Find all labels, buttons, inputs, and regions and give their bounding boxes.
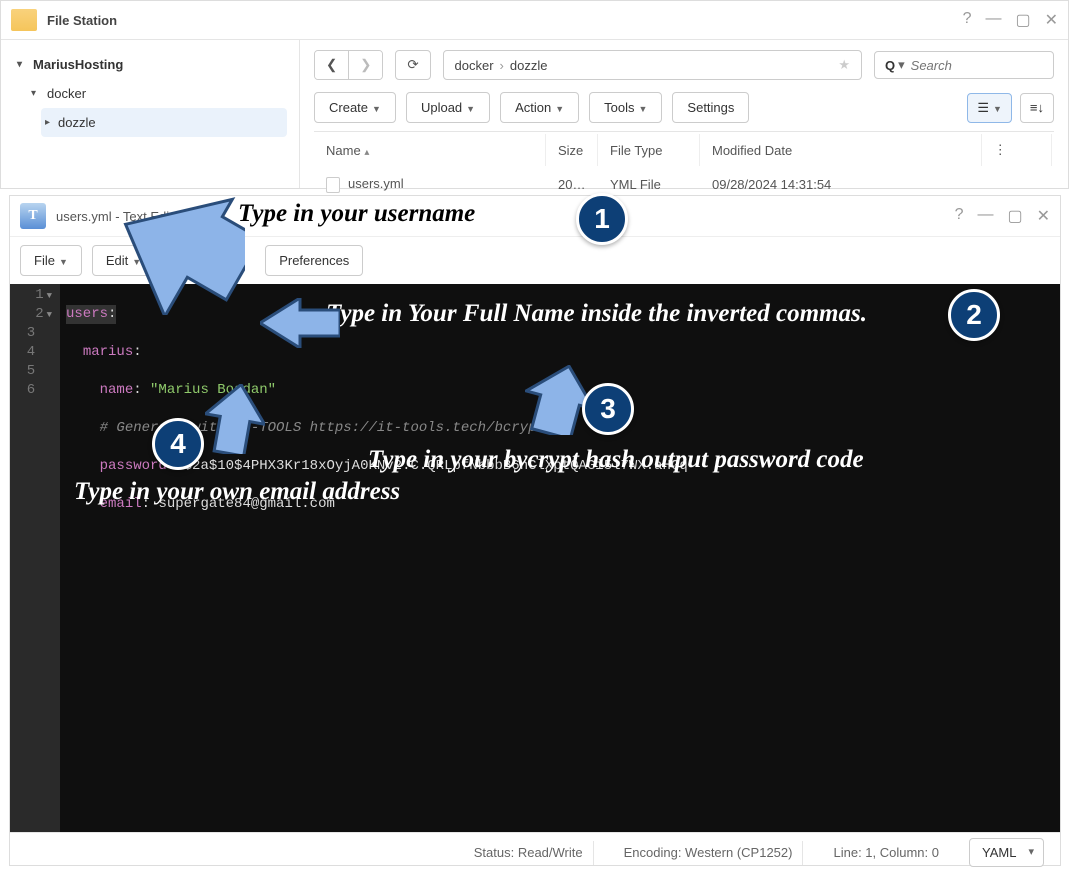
close-icon[interactable]: ✕ (1037, 206, 1050, 226)
upload-button[interactable]: Upload▼ (406, 92, 490, 123)
view-list-button[interactable]: ☰▼ (967, 93, 1012, 123)
caret-down-icon: ▾ (31, 88, 41, 99)
status-encoding[interactable]: Encoding: Western (CP1252) (614, 841, 804, 865)
text-editor-window: T users.yml - Text Editor ? — ▢ ✕ File▼ … (9, 195, 1061, 866)
text-editor-icon: T (20, 203, 46, 229)
help-icon[interactable]: ? (963, 10, 972, 30)
nav-back-forward: ❮ ❯ (314, 50, 383, 80)
file-name: users.yml (348, 176, 404, 191)
nav-forward-button[interactable]: ❯ (349, 51, 382, 79)
minimize-icon[interactable]: — (985, 10, 1001, 30)
breadcrumb-seg: dozzle (510, 58, 548, 73)
annotation-badge-2: 2 (948, 289, 1000, 341)
col-size[interactable]: Size (548, 134, 598, 166)
status-cursor: Line: 1, Column: 0 (823, 841, 949, 865)
search-icon: Q (885, 58, 895, 73)
preferences-button[interactable]: Preferences (265, 245, 363, 276)
code-editor[interactable]: 1▼ 2▼ 3 4 5 6 users: marius: name: "Mari… (10, 284, 1060, 832)
star-icon[interactable]: ★ (838, 57, 850, 73)
action-button[interactable]: Action▼ (500, 92, 579, 123)
window-controls: ? — ▢ ✕ (955, 206, 1050, 226)
code-content[interactable]: users: marius: name: "Marius Bogdan" # G… (60, 284, 1060, 832)
tree-item-docker[interactable]: ▾ docker (27, 79, 287, 108)
file-station-titlebar: File Station ? — ▢ ✕ (1, 1, 1068, 39)
breadcrumb[interactable]: docker › dozzle ★ (443, 50, 862, 80)
window-title: File Station (47, 13, 963, 28)
search-dropdown-icon[interactable]: ▾ (898, 57, 905, 73)
col-name[interactable]: Name ▴ (316, 134, 546, 166)
search-input[interactable] (911, 58, 1043, 73)
refresh-button[interactable]: ⟳ (395, 50, 430, 80)
status-bar: Status: Read/Write Encoding: Western (CP… (10, 832, 1060, 872)
maximize-icon[interactable]: ▢ (1007, 206, 1022, 226)
search-box[interactable]: Q▾ (874, 51, 1054, 79)
file-menu-button[interactable]: File▼ (20, 245, 82, 276)
col-more-icon[interactable]: ⋮ (984, 134, 1052, 166)
caret-down-icon: ▾ (17, 59, 27, 70)
editor-toolbar: File▼ Edit▼ Preferences (10, 236, 1060, 284)
text-editor-titlebar: T users.yml - Text Editor ? — ▢ ✕ (10, 196, 1060, 236)
col-filetype[interactable]: File Type (600, 134, 700, 166)
annotation-badge-4: 4 (152, 418, 204, 470)
edit-menu-button[interactable]: Edit▼ (92, 245, 155, 276)
language-dropdown[interactable]: YAML (969, 838, 1044, 867)
tree-item-label: docker (47, 86, 86, 101)
sort-button[interactable]: ≡↓ (1020, 93, 1054, 123)
caret-right-icon: ▸ (45, 117, 50, 128)
close-icon[interactable]: ✕ (1045, 10, 1058, 30)
file-list-panel: ❮ ❯ ⟳ docker › dozzle ★ Q▾ Create▼ Uploa… (299, 40, 1068, 188)
tree-root-label: MariusHosting (33, 57, 123, 72)
file-toolbar: Create▼ Upload▼ Action▼ Tools▼ Settings … (314, 92, 1054, 123)
file-station-window: File Station ? — ▢ ✕ ▾ MariusHosting ▾ d… (0, 0, 1069, 189)
breadcrumb-seg: docker (455, 58, 494, 73)
help-icon[interactable]: ? (955, 206, 964, 226)
window-controls: ? — ▢ ✕ (963, 10, 1058, 30)
maximize-icon[interactable]: ▢ (1015, 10, 1030, 30)
tools-button[interactable]: Tools▼ (589, 92, 662, 123)
annotation-badge-3: 3 (582, 383, 634, 435)
file-icon (326, 177, 340, 193)
language-select[interactable]: YAML (969, 838, 1044, 867)
file-table: Name ▴ Size File Type Modified Date ⋮ us… (314, 131, 1054, 203)
minimize-icon[interactable]: — (977, 206, 993, 226)
tree-item-dozzle[interactable]: ▸ dozzle (41, 108, 287, 137)
nav-back-button[interactable]: ❮ (315, 51, 349, 79)
tree-root[interactable]: ▾ MariusHosting (13, 50, 287, 79)
folder-icon (11, 9, 37, 31)
status-readwrite: Status: Read/Write (464, 841, 594, 865)
folder-tree: ▾ MariusHosting ▾ docker ▸ dozzle (1, 40, 299, 188)
chevron-right-icon: › (500, 58, 504, 73)
create-button[interactable]: Create▼ (314, 92, 396, 123)
settings-button[interactable]: Settings (672, 92, 749, 123)
col-modified[interactable]: Modified Date (702, 134, 982, 166)
line-gutter: 1▼ 2▼ 3 4 5 6 (10, 284, 60, 832)
annotation-badge-1: 1 (576, 193, 628, 245)
tree-item-label: dozzle (58, 115, 96, 130)
editor-title: users.yml - Text Editor (56, 209, 955, 224)
